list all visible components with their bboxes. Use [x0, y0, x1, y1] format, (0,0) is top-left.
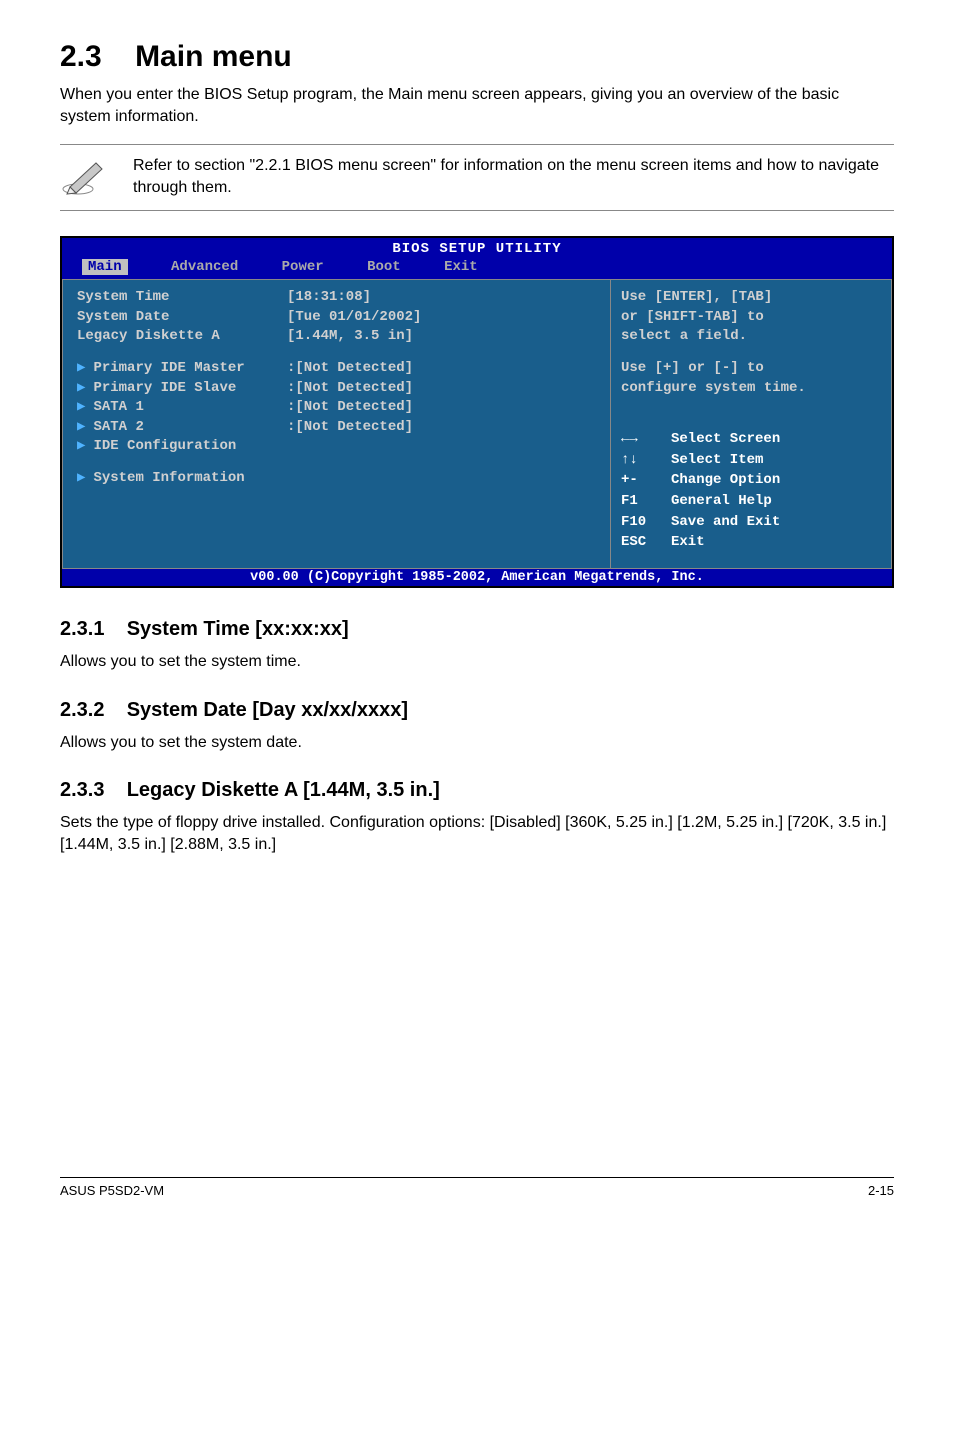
nav-text: Exit — [671, 533, 705, 553]
nav-text: Select Screen — [671, 430, 780, 450]
label-system-information: System Information — [93, 470, 244, 486]
note-block: Refer to section "2.2.1 BIOS menu screen… — [60, 144, 894, 211]
bios-screen: BIOS SETUP UTILITY Main Advanced Power B… — [60, 236, 894, 589]
nav-text: Change Option — [671, 471, 780, 491]
tab-boot[interactable]: Boot — [367, 259, 401, 275]
tab-main[interactable]: Main — [82, 259, 128, 275]
nav-key: ESC — [621, 533, 671, 553]
subsection-heading: 2.3.1 System Time [xx:xx:xx] — [60, 618, 894, 641]
bios-main-pane: System Time [18:31:08] System Date [Tue … — [62, 279, 610, 569]
help-line: select a field. — [621, 327, 881, 347]
nav-key: ↑↓ — [621, 451, 671, 471]
page-heading: 2.3 Main menu — [60, 40, 894, 74]
intro-text: When you enter the BIOS Setup program, t… — [60, 84, 894, 129]
label-primary-ide-slave: Primary IDE Slave — [93, 380, 236, 396]
label-primary-ide-master: Primary IDE Master — [93, 360, 244, 376]
value-system-date: [Tue 01/01/2002] — [287, 308, 596, 328]
value-sata2: :[Not Detected] — [287, 418, 596, 438]
bios-help-pane: Use [ENTER], [TAB] or [SHIFT-TAB] to sel… — [610, 279, 892, 569]
footer-left: ASUS P5SD2-VM — [60, 1183, 164, 1198]
row-primary-ide-slave[interactable]: ▶ Primary IDE Slave :[Not Detected] — [77, 379, 596, 399]
help-line: configure system time. — [621, 379, 881, 399]
row-system-time[interactable]: System Time [18:31:08] — [77, 288, 596, 308]
label-ide-config: IDE Configuration — [93, 438, 236, 454]
value-primary-ide-slave: :[Not Detected] — [287, 379, 596, 399]
value-sata1: :[Not Detected] — [287, 398, 596, 418]
value-system-time: [18:31:08] — [287, 288, 596, 308]
help-line: Use [+] or [-] to — [621, 359, 881, 379]
subsection-title: System Time [xx:xx:xx] — [127, 618, 349, 640]
nav-keys: ←→Select Screen ↑↓Select Item +-Change O… — [621, 430, 881, 553]
triangle-right-icon: ▶ — [77, 399, 85, 415]
bios-title: BIOS SETUP UTILITY — [62, 238, 892, 257]
subsection-number: 2.3.2 — [60, 699, 104, 721]
subsection-number: 2.3.1 — [60, 618, 104, 640]
value-primary-ide-master: :[Not Detected] — [287, 359, 596, 379]
label-sata2: SATA 2 — [93, 419, 143, 435]
nav-text: Select Item — [671, 451, 763, 471]
row-sata2[interactable]: ▶ SATA 2 :[Not Detected] — [77, 418, 596, 438]
triangle-right-icon: ▶ — [77, 360, 85, 376]
note-text: Refer to section "2.2.1 BIOS menu screen… — [133, 155, 894, 200]
subsection-title: System Date [Day xx/xx/xxxx] — [127, 699, 408, 721]
heading-title: Main menu — [135, 40, 292, 73]
tab-advanced[interactable]: Advanced — [171, 259, 238, 275]
triangle-right-icon: ▶ — [77, 419, 85, 435]
footer-right: 2-15 — [868, 1183, 894, 1198]
subsection-number: 2.3.3 — [60, 779, 104, 801]
help-line: Use [ENTER], [TAB] — [621, 288, 881, 308]
nav-key: F1 — [621, 492, 671, 512]
row-legacy-diskette[interactable]: Legacy Diskette A [1.44M, 3.5 in] — [77, 327, 596, 347]
nav-key: F10 — [621, 513, 671, 533]
tab-exit[interactable]: Exit — [444, 259, 478, 275]
label-system-time: System Time — [77, 288, 287, 308]
tab-power[interactable]: Power — [282, 259, 324, 275]
nav-text: General Help — [671, 492, 772, 512]
nav-key: ←→ — [621, 430, 671, 450]
subsection-heading: 2.3.2 System Date [Day xx/xx/xxxx] — [60, 699, 894, 722]
row-sata1[interactable]: ▶ SATA 1 :[Not Detected] — [77, 398, 596, 418]
bios-footer: v00.00 (C)Copyright 1985-2002, American … — [62, 569, 892, 586]
bios-menubar: Main Advanced Power Boot Exit — [62, 257, 892, 280]
nav-text: Save and Exit — [671, 513, 780, 533]
pencil-icon — [60, 157, 108, 197]
page-footer: ASUS P5SD2-VM 2-15 — [60, 1177, 894, 1198]
help-line: or [SHIFT-TAB] to — [621, 308, 881, 328]
heading-number: 2.3 — [60, 40, 102, 73]
triangle-right-icon: ▶ — [77, 438, 85, 454]
label-legacy-diskette: Legacy Diskette A — [77, 327, 287, 347]
subsection-body: Allows you to set the system time. — [60, 651, 894, 673]
nav-key: +- — [621, 471, 671, 491]
subsection-heading: 2.3.3 Legacy Diskette A [1.44M, 3.5 in.] — [60, 779, 894, 802]
row-system-date[interactable]: System Date [Tue 01/01/2002] — [77, 308, 596, 328]
label-sata1: SATA 1 — [93, 399, 143, 415]
triangle-right-icon: ▶ — [77, 380, 85, 396]
subsection-title: Legacy Diskette A [1.44M, 3.5 in.] — [127, 779, 440, 801]
value-legacy-diskette: [1.44M, 3.5 in] — [287, 327, 596, 347]
row-ide-config[interactable]: ▶ IDE Configuration — [77, 437, 596, 457]
subsection-body: Sets the type of floppy drive installed.… — [60, 812, 894, 857]
row-primary-ide-master[interactable]: ▶ Primary IDE Master :[Not Detected] — [77, 359, 596, 379]
row-system-information[interactable]: ▶ System Information — [77, 469, 596, 489]
subsection-body: Allows you to set the system date. — [60, 732, 894, 754]
triangle-right-icon: ▶ — [77, 470, 85, 486]
label-system-date: System Date — [77, 308, 287, 328]
